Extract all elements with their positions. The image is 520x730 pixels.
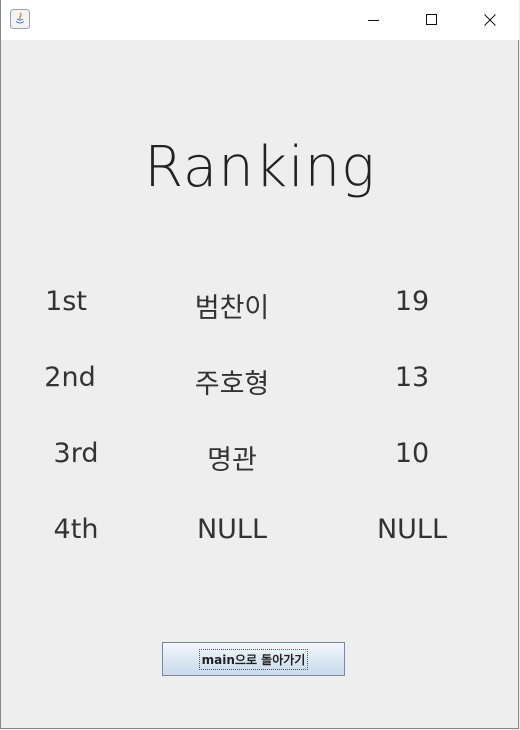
player-score: NULL — [376, 514, 448, 545]
java-app-icon[interactable] — [10, 9, 30, 29]
minimize-button[interactable] — [351, 0, 397, 39]
close-icon — [484, 13, 496, 26]
player-score: 13 — [394, 362, 430, 393]
rank-label: 3rd — [53, 438, 99, 469]
app-window: Ranking 1st 범찬이 19 2nd 주호형 13 3rd 명관 10 … — [0, 0, 519, 729]
player-name: NULL — [196, 514, 268, 545]
player-score: 19 — [394, 286, 430, 317]
back-to-main-label: main으로 돌아가기 — [198, 648, 309, 670]
maximize-icon — [426, 13, 437, 25]
player-name: 명관 — [207, 445, 257, 476]
rank-label: 2nd — [44, 362, 96, 393]
maximize-button[interactable] — [409, 0, 455, 39]
rank-label: 4th — [53, 514, 99, 545]
minimize-icon — [368, 19, 379, 21]
player-name: 범찬이 — [194, 293, 270, 324]
rank-label: 1st — [45, 286, 87, 317]
page-title: Ranking — [144, 135, 376, 200]
back-to-main-button[interactable]: main으로 돌아가기 — [162, 642, 345, 676]
player-name: 주호형 — [194, 369, 270, 400]
title-bar[interactable] — [1, 0, 519, 40]
content-panel: Ranking 1st 범찬이 19 2nd 주호형 13 3rd 명관 10 … — [1, 39, 519, 729]
player-score: 10 — [394, 438, 430, 469]
close-button[interactable] — [467, 0, 513, 39]
